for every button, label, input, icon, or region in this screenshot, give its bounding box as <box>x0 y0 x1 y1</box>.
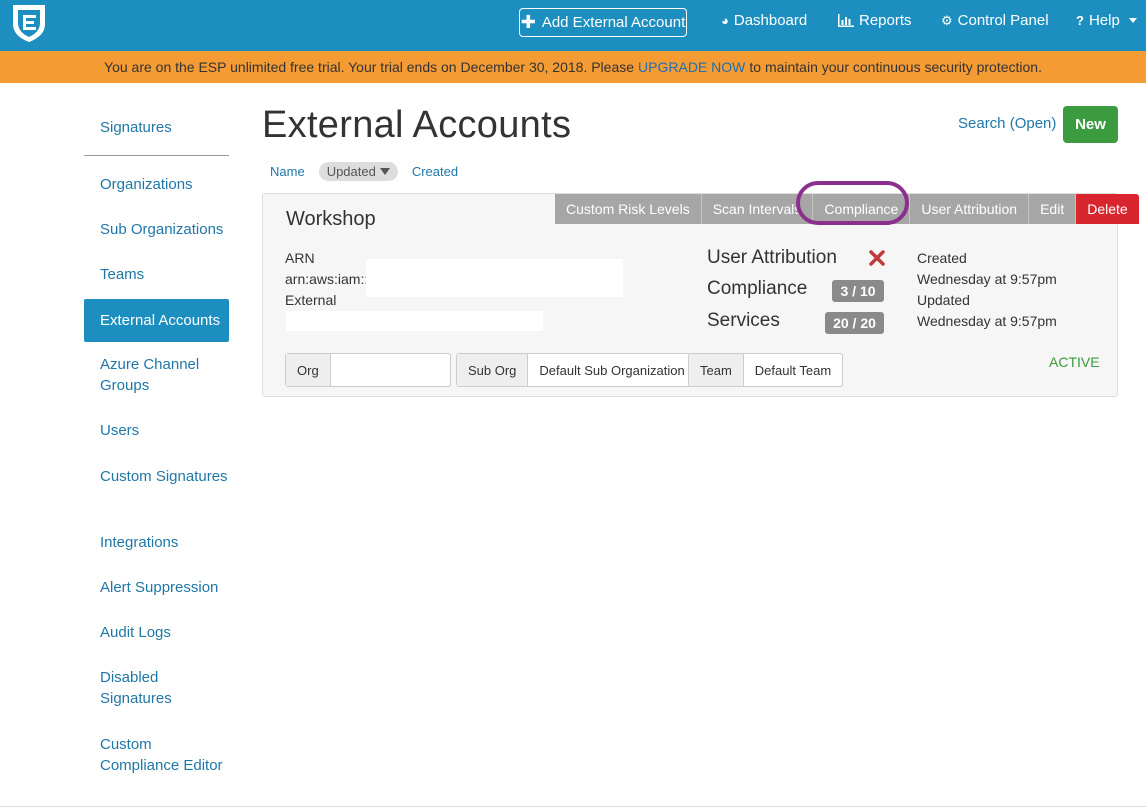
sidebar-divider <box>84 155 229 156</box>
nav-help[interactable]: ? Help <box>1076 12 1137 29</box>
created-label: Created <box>917 250 967 266</box>
sidebar-item-sub-organizations[interactable]: Sub Organizations <box>84 219 229 240</box>
account-actions: Custom Risk Levels Scan Intervals Compli… <box>555 194 1139 224</box>
trial-banner-text: You are on the ESP unlimited free trial.… <box>104 59 635 75</box>
question-icon: ? <box>1076 13 1084 28</box>
nav-dashboard-label: Dashboard <box>733 12 808 29</box>
sort-by-updated[interactable]: Updated <box>318 161 398 181</box>
arn-value: arn:aws:iam:: <box>285 271 369 287</box>
account-name: Workshop <box>286 208 376 230</box>
sort-by-created[interactable]: Created <box>404 162 466 181</box>
sidebar-item-external-accounts[interactable]: External Accounts <box>84 299 229 342</box>
sort-by-updated-label: Updated <box>326 163 376 179</box>
external-id-label: External <box>285 292 337 308</box>
services-badge: 20 / 20 <box>825 312 884 334</box>
search-open-link[interactable]: Search (Open) <box>958 115 1056 132</box>
sidebar-item-users[interactable]: Users <box>84 420 229 441</box>
arn-redacted <box>366 259 623 297</box>
updated-value: Wednesday at 9:57pm <box>917 313 1057 329</box>
compliance-label: Compliance <box>707 278 808 299</box>
bar-chart-icon <box>838 14 854 27</box>
tab-custom-risk-levels[interactable]: Custom Risk Levels <box>555 194 702 224</box>
sidebar-item-signatures[interactable]: Signatures <box>84 117 229 138</box>
footer-divider <box>0 806 1146 807</box>
sub-org-value[interactable]: Default Sub Organization <box>528 354 695 386</box>
nav-help-label: Help <box>1088 12 1120 29</box>
sub-org-label: Sub Org <box>457 354 529 386</box>
user-attribution-label: User Attribution <box>707 247 837 268</box>
trial-banner-text-end: to maintain your continuous security pro… <box>749 59 1042 75</box>
arn-label: ARN <box>285 250 315 266</box>
sidebar-item-integrations[interactable]: Integrations <box>84 532 229 553</box>
nav-control-panel[interactable]: ⚙ Control Panel <box>941 12 1049 29</box>
sort-desc-icon <box>379 167 390 175</box>
sidebar-item-teams[interactable]: Teams <box>84 264 229 285</box>
sidebar-item-custom-compliance-editor[interactable]: Custom Compliance Editor <box>84 734 224 776</box>
compliance-badge: 3 / 10 <box>832 280 884 302</box>
org-pill: Org <box>285 353 451 387</box>
tab-scan-intervals[interactable]: Scan Intervals <box>701 194 814 224</box>
sub-org-pill: Sub Org Default Sub Organization <box>456 353 697 387</box>
close-icon <box>869 250 885 266</box>
updated-label: Updated <box>917 292 970 308</box>
sidebar-item-disabled-signatures[interactable]: Disabled Signatures <box>84 667 194 709</box>
top-navbar: ✚ Add External Account ◕ Dashboard Repor… <box>0 0 1146 51</box>
chevron-down-icon <box>1128 18 1137 23</box>
status-badge: ACTIVE <box>1049 354 1100 370</box>
team-pill: Team Default Team <box>688 353 844 387</box>
sidebar-item-audit-logs[interactable]: Audit Logs <box>84 622 229 643</box>
page-title: External Accounts <box>262 104 572 146</box>
add-external-account-label: Add External Account <box>541 14 686 31</box>
tab-edit[interactable]: Edit <box>1029 194 1077 224</box>
external-account-card: Workshop Custom Risk Levels Scan Interva… <box>262 181 1139 397</box>
nav-reports-label: Reports <box>859 12 912 29</box>
upgrade-now-link[interactable]: UPGRADE NOW <box>638 59 745 75</box>
sidebar-item-alert-suppression[interactable]: Alert Suppression <box>84 577 229 598</box>
nav-reports[interactable]: Reports <box>838 12 912 29</box>
org-value-redacted[interactable] <box>331 354 450 386</box>
sort-bar: Name Updated Created <box>262 161 466 181</box>
dashboard-icon: ◕ <box>721 13 729 28</box>
nav-dashboard[interactable]: ◕ Dashboard <box>721 12 807 29</box>
gears-icon: ⚙ <box>941 12 953 28</box>
new-button[interactable]: New <box>1063 106 1118 143</box>
plus-icon: ✚ <box>520 12 536 32</box>
tab-delete[interactable]: Delete <box>1076 194 1139 224</box>
services-label: Services <box>707 310 780 331</box>
trial-banner: You are on the ESP unlimited free trial.… <box>0 51 1146 83</box>
nav-control-panel-label: Control Panel <box>957 12 1049 29</box>
sidebar-item-azure-channel-groups[interactable]: Azure Channel Groups <box>84 354 229 396</box>
tab-user-attribution[interactable]: User Attribution <box>910 194 1030 224</box>
esp-logo-icon[interactable] <box>10 2 48 44</box>
created-value: Wednesday at 9:57pm <box>917 271 1057 287</box>
team-label: Team <box>689 354 744 386</box>
sort-by-name[interactable]: Name <box>262 162 313 181</box>
sidebar-item-organizations[interactable]: Organizations <box>84 174 229 195</box>
tab-compliance[interactable]: Compliance <box>813 194 911 224</box>
team-value[interactable]: Default Team <box>744 354 842 386</box>
add-external-account-button[interactable]: ✚ Add External Account <box>519 8 687 37</box>
external-id-redacted <box>286 311 543 331</box>
sidebar-item-custom-signatures[interactable]: Custom Signatures <box>84 466 229 487</box>
org-label: Org <box>286 354 331 386</box>
